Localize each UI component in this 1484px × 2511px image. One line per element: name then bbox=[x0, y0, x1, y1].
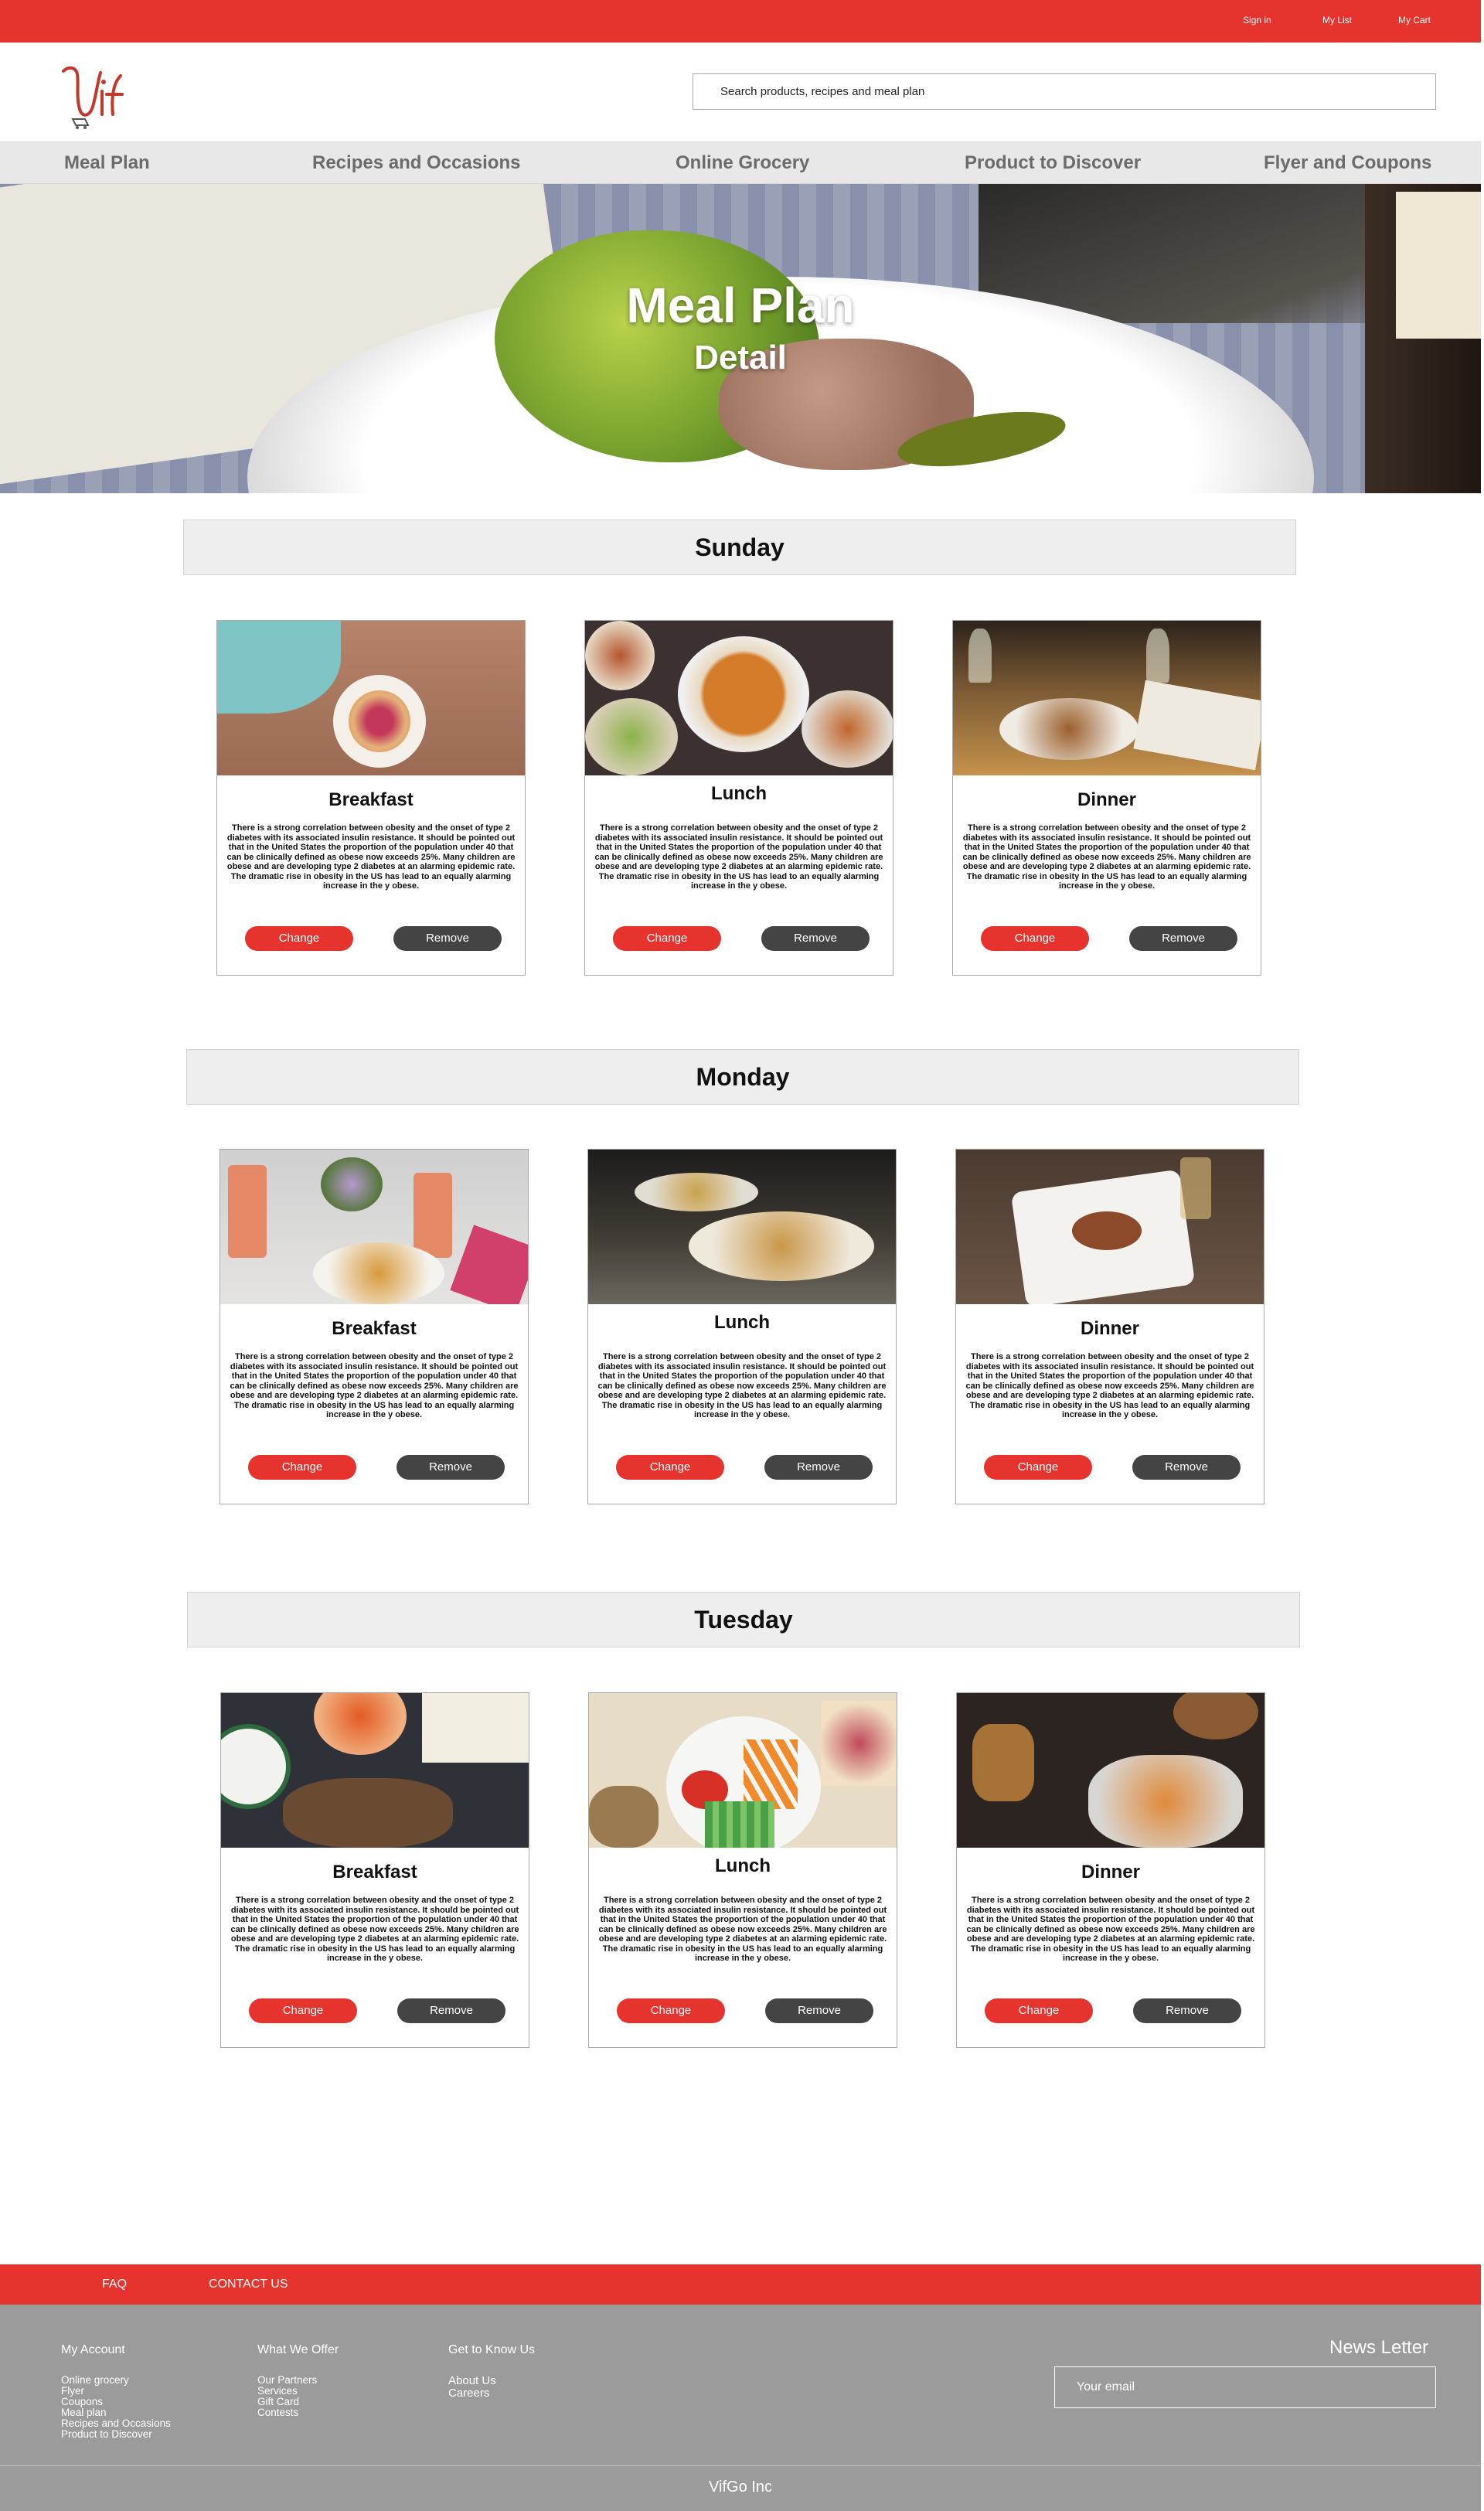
meal-description: There is a strong correlation between ob… bbox=[966, 1896, 1255, 1963]
day-header-monday: Monday bbox=[186, 1049, 1299, 1105]
change-button[interactable]: Change bbox=[981, 926, 1089, 951]
meal-card-tuesday-breakfast: Breakfast There is a strong correlation … bbox=[220, 1692, 529, 2048]
meal-photo bbox=[217, 621, 525, 775]
meal-title: Lunch bbox=[715, 1855, 771, 1876]
remove-button[interactable]: Remove bbox=[397, 1998, 505, 2023]
remove-button[interactable]: Remove bbox=[761, 926, 870, 951]
footer-link-careers[interactable]: Careers bbox=[448, 2387, 489, 2400]
meal-card-sunday-dinner: Dinner There is a strong correlation bet… bbox=[952, 620, 1261, 976]
hero-banner: Meal Plan Detail bbox=[0, 184, 1481, 493]
top-bar: Sign in My List My Cart bbox=[0, 0, 1481, 43]
meal-description: There is a strong correlation between ob… bbox=[962, 823, 1251, 891]
main-nav: Meal Plan Recipes and Occasions Online G… bbox=[0, 141, 1481, 184]
meal-card-sunday-breakfast: Breakfast There is a strong correlation … bbox=[216, 620, 526, 976]
faq-link[interactable]: FAQ bbox=[102, 2278, 127, 2291]
meal-description: There is a strong correlation between ob… bbox=[598, 1896, 887, 1963]
footer-link-product-to-discover[interactable]: Product to Discover bbox=[61, 2428, 152, 2441]
remove-button[interactable]: Remove bbox=[393, 926, 502, 951]
change-button[interactable]: Change bbox=[616, 1455, 724, 1480]
meal-card-monday-dinner: Dinner There is a strong correlation bet… bbox=[955, 1149, 1264, 1504]
my-cart-link[interactable]: My Cart bbox=[1398, 15, 1431, 26]
footer-heading-my-account: My Account bbox=[61, 2343, 125, 2356]
remove-button[interactable]: Remove bbox=[1133, 1998, 1241, 2023]
meal-photo bbox=[957, 1693, 1264, 1848]
meal-title: Dinner bbox=[1081, 1862, 1140, 1882]
meal-title: Dinner bbox=[1077, 789, 1136, 810]
remove-button[interactable]: Remove bbox=[765, 1998, 873, 2023]
meal-photo bbox=[588, 1150, 896, 1304]
footer-link-about-us[interactable]: About Us bbox=[448, 2375, 496, 2387]
meal-title: Breakfast bbox=[332, 1318, 417, 1339]
site-logo[interactable] bbox=[57, 60, 127, 130]
meal-title: Dinner bbox=[1080, 1318, 1139, 1339]
meal-photo bbox=[953, 621, 1261, 775]
sign-in-link[interactable]: Sign in bbox=[1243, 15, 1271, 26]
meal-photo bbox=[585, 621, 893, 775]
nav-item-recipes-and-occasions[interactable]: Recipes and Occasions bbox=[312, 152, 520, 174]
my-list-link[interactable]: My List bbox=[1322, 15, 1352, 26]
meal-photo bbox=[589, 1693, 897, 1848]
footer-bar: FAQ CONTACT US bbox=[0, 2264, 1481, 2305]
nav-item-meal-plan[interactable]: Meal Plan bbox=[64, 152, 150, 174]
change-button[interactable]: Change bbox=[613, 926, 721, 951]
footer-link-contests[interactable]: Contests bbox=[257, 2407, 298, 2419]
meal-photo bbox=[221, 1693, 529, 1848]
remove-button[interactable]: Remove bbox=[1132, 1455, 1241, 1480]
change-button[interactable]: Change bbox=[249, 1998, 357, 2023]
change-button[interactable]: Change bbox=[985, 1998, 1093, 2023]
day-header-sunday: Sunday bbox=[183, 520, 1296, 575]
footer-divider bbox=[0, 2465, 1481, 2466]
hero-title: Meal Plan bbox=[626, 278, 855, 333]
footer-heading-get-to-know-us: Get to Know Us bbox=[448, 2343, 536, 2356]
hero-subtitle: Detail bbox=[694, 339, 787, 376]
logo-graphic bbox=[62, 66, 124, 129]
copyright-text: VifGo Inc bbox=[709, 2479, 772, 2496]
meal-title: Breakfast bbox=[332, 1862, 417, 1882]
nav-item-online-grocery[interactable]: Online Grocery bbox=[676, 152, 809, 174]
remove-button[interactable]: Remove bbox=[764, 1455, 873, 1480]
newsletter-email-input[interactable]: Your email bbox=[1054, 2366, 1436, 2408]
nav-item-product-to-discover[interactable]: Product to Discover bbox=[965, 152, 1141, 174]
meal-photo bbox=[956, 1150, 1264, 1304]
meal-description: There is a strong correlation between ob… bbox=[965, 1352, 1254, 1419]
change-button[interactable]: Change bbox=[248, 1455, 356, 1480]
change-button[interactable]: Change bbox=[245, 926, 353, 951]
newsletter-heading: News Letter bbox=[1329, 2337, 1429, 2358]
contact-us-link[interactable]: CONTACT US bbox=[209, 2278, 288, 2291]
remove-button[interactable]: Remove bbox=[397, 1455, 505, 1480]
meal-description: There is a strong correlation between ob… bbox=[230, 1896, 519, 1963]
day-header-tuesday: Tuesday bbox=[187, 1592, 1300, 1647]
change-button[interactable]: Change bbox=[984, 1455, 1092, 1480]
meal-card-tuesday-dinner: Dinner There is a strong correlation bet… bbox=[956, 1692, 1265, 2048]
meal-card-tuesday-lunch: Lunch There is a strong correlation betw… bbox=[588, 1692, 897, 2048]
meal-description: There is a strong correlation between ob… bbox=[594, 823, 883, 891]
meal-card-sunday-lunch: Lunch There is a strong correlation betw… bbox=[584, 620, 893, 976]
meal-card-monday-breakfast: Breakfast There is a strong correlation … bbox=[220, 1149, 529, 1504]
change-button[interactable]: Change bbox=[617, 1998, 725, 2023]
meal-card-monday-lunch: Lunch There is a strong correlation betw… bbox=[587, 1149, 897, 1504]
footer-heading-what-we-offer: What We Offer bbox=[257, 2343, 339, 2356]
meal-description: There is a strong correlation between ob… bbox=[226, 823, 516, 891]
meal-title: Lunch bbox=[714, 1312, 770, 1333]
meal-description: There is a strong correlation between ob… bbox=[597, 1352, 887, 1419]
meal-photo bbox=[220, 1150, 528, 1304]
footer: My Account Online grocery Flyer Coupons … bbox=[0, 2305, 1481, 2511]
search-input[interactable]: Search products, recipes and meal plan bbox=[693, 73, 1436, 110]
nav-item-flyer-and-coupons[interactable]: Flyer and Coupons bbox=[1264, 152, 1431, 174]
remove-button[interactable]: Remove bbox=[1129, 926, 1237, 951]
meal-title: Lunch bbox=[711, 783, 767, 804]
meal-title: Breakfast bbox=[328, 789, 414, 810]
meal-description: There is a strong correlation between ob… bbox=[230, 1352, 519, 1419]
